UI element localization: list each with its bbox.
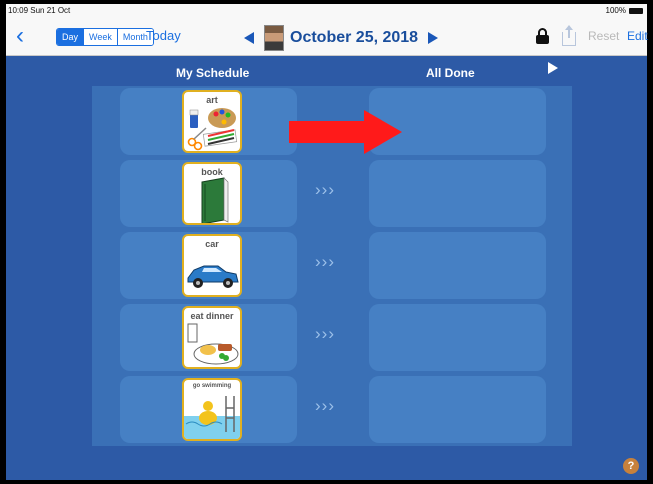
lock-icon[interactable] — [536, 28, 550, 44]
edit-button[interactable]: Edit — [627, 29, 648, 43]
battery-icon — [629, 7, 643, 14]
reset-button[interactable]: Reset — [588, 29, 619, 43]
car-icon — [187, 265, 239, 288]
art-supplies-icon — [187, 108, 238, 151]
all-done-heading: All Done — [426, 66, 475, 80]
schedule-slot: eat dinner — [120, 304, 297, 371]
status-time: 10:09 Sun 21 Oct — [8, 6, 71, 15]
next-day-icon[interactable] — [428, 32, 439, 44]
activity-card-eat-dinner[interactable]: eat dinner — [182, 306, 242, 369]
move-chevrons-icon: ››› — [315, 396, 335, 415]
dinner-plate-icon — [187, 323, 239, 365]
schedule-area: My Schedule All Done art book ››› car ››… — [6, 56, 647, 480]
schedule-slot: car — [120, 232, 297, 299]
activity-card-car[interactable]: car — [182, 234, 242, 297]
segment-week[interactable]: Week — [84, 29, 118, 45]
schedule-slot: go swimming — [120, 376, 297, 443]
previous-day-icon[interactable] — [244, 32, 254, 44]
status-bar: 10:09 Sun 21 Oct 100% — [6, 4, 647, 18]
play-icon[interactable] — [548, 62, 558, 74]
nav-bar: ‹ Day Week Month Today October 25, 2018 … — [6, 18, 648, 56]
activity-card-go-swimming[interactable]: go swimming — [182, 378, 242, 441]
swimming-icon — [184, 396, 240, 439]
my-schedule-heading: My Schedule — [176, 66, 250, 80]
red-arrow-icon — [289, 110, 402, 154]
segment-day[interactable]: Day — [57, 29, 85, 45]
screen: 10:09 Sun 21 Oct 100% ‹ Day Week Month T… — [0, 0, 653, 484]
schedule-slot: art — [120, 88, 297, 155]
done-slot[interactable] — [369, 232, 546, 299]
move-chevrons-icon: ››› — [315, 252, 335, 271]
done-slot[interactable] — [369, 160, 546, 227]
share-icon[interactable] — [562, 25, 576, 46]
current-date: October 25, 2018 — [290, 29, 419, 46]
book-icon — [201, 177, 229, 223]
date-navigator: October 25, 2018 — [244, 24, 439, 52]
activity-card-book[interactable]: book — [182, 162, 242, 225]
help-icon[interactable]: ? — [623, 458, 639, 474]
user-avatar[interactable] — [264, 25, 284, 51]
back-button[interactable]: ‹ — [16, 24, 24, 48]
battery-indicator: 100% — [606, 6, 643, 15]
done-slot[interactable] — [369, 304, 546, 371]
activity-card-art[interactable]: art — [182, 90, 242, 153]
move-chevrons-icon: ››› — [315, 180, 335, 199]
schedule-slot: book — [120, 160, 297, 227]
move-chevrons-icon: ››› — [315, 324, 335, 343]
done-slot[interactable] — [369, 376, 546, 443]
today-button[interactable]: Today — [146, 28, 181, 43]
view-segmented-control: Day Week Month — [56, 28, 154, 46]
battery-percent: 100% — [605, 6, 626, 15]
